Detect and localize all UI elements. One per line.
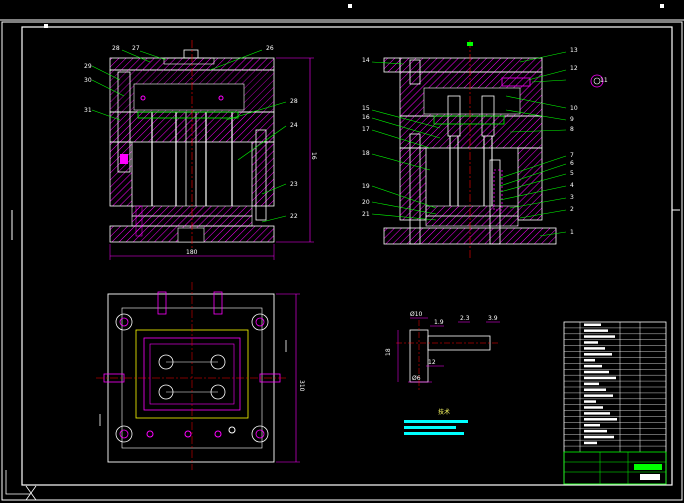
svg-text:12: 12 <box>570 65 578 72</box>
svg-text:5: 5 <box>570 170 574 177</box>
svg-text:3: 3 <box>570 194 574 201</box>
side-view[interactable] <box>383 40 604 258</box>
title-block-cell-text <box>584 406 603 409</box>
svg-text:23: 23 <box>290 181 298 188</box>
svg-text:30: 30 <box>84 77 92 84</box>
svg-text:29: 29 <box>84 63 92 70</box>
svg-text:10: 10 <box>570 105 578 112</box>
svg-text:2: 2 <box>570 206 574 213</box>
svg-text:Ø6: Ø6 <box>412 375 421 382</box>
svg-text:14: 14 <box>362 57 370 64</box>
sheet-border <box>0 19 684 501</box>
svg-text:28: 28 <box>290 98 298 105</box>
title-block-cell-text <box>584 435 614 439</box>
svg-text:18: 18 <box>362 150 370 157</box>
title-block-cell-text <box>584 323 601 326</box>
title-block-rows <box>564 323 666 447</box>
svg-text:28: 28 <box>112 45 120 52</box>
plan-view[interactable] <box>96 282 300 470</box>
svg-text:技术: 技术 <box>438 408 450 416</box>
svg-text:21: 21 <box>362 211 370 218</box>
svg-text:18: 18 <box>385 348 392 356</box>
svg-text:24: 24 <box>290 122 298 129</box>
title-block-cell-text <box>584 400 596 403</box>
svg-text:Ø10: Ø10 <box>410 311 423 318</box>
svg-text:22: 22 <box>290 213 298 220</box>
title-block[interactable] <box>563 321 667 485</box>
title-block-cell-text <box>584 394 613 397</box>
title-block-cell-text <box>584 376 616 380</box>
svg-text:13: 13 <box>570 47 578 54</box>
cad-drawing-canvas[interactable]: 180 16 28 27 26 29 30 31 28 24 23 22 14 … <box>0 0 684 503</box>
svg-text:7: 7 <box>570 152 574 159</box>
title-block-cell-text <box>584 358 595 362</box>
top-markers <box>44 4 664 28</box>
svg-text:26: 26 <box>266 45 274 52</box>
title-block-cell-text <box>584 412 610 415</box>
svg-text:15: 15 <box>362 105 370 112</box>
svg-text:1.9: 1.9 <box>434 319 444 326</box>
title-block-cell-text <box>584 347 605 350</box>
svg-text:3.9: 3.9 <box>488 315 498 322</box>
title-block-cell-text <box>584 423 600 427</box>
svg-text:31: 31 <box>84 107 92 114</box>
svg-text:17: 17 <box>362 126 370 133</box>
notes-block: 技术 <box>404 408 468 435</box>
detail-dims: Ø10 1.9 2.3 3.9 18 12 Ø6 <box>385 311 498 382</box>
title-block-cell-text <box>584 441 597 445</box>
svg-text:16: 16 <box>362 114 370 121</box>
svg-text:8: 8 <box>570 126 574 133</box>
svg-text:9: 9 <box>570 116 574 123</box>
front-height-dim: 16 <box>310 152 317 160</box>
svg-text:12: 12 <box>428 359 436 366</box>
svg-text:1: 1 <box>570 229 574 236</box>
title-block-cell-text <box>584 353 612 356</box>
svg-text:27: 27 <box>132 45 140 52</box>
title-block-cell-text <box>584 329 608 332</box>
title-block-cell-text <box>584 418 617 421</box>
plan-height-dim: 310 <box>298 380 305 392</box>
front-view[interactable] <box>109 40 314 260</box>
title-block-cell-text <box>584 429 607 433</box>
title-block-cell-text <box>584 341 598 344</box>
title-block-cell-text <box>584 382 599 386</box>
title-block-cell-text <box>584 388 606 391</box>
title-block-cell-text <box>584 335 615 338</box>
svg-text:4: 4 <box>570 182 574 189</box>
title-block-cell-text <box>584 370 609 374</box>
svg-text:11: 11 <box>600 77 608 84</box>
svg-text:2.3: 2.3 <box>460 315 470 322</box>
svg-text:19: 19 <box>362 183 370 190</box>
front-width-dim: 180 <box>186 249 198 256</box>
svg-text:6: 6 <box>570 160 574 167</box>
title-block-cell-text <box>584 364 602 368</box>
svg-text:20: 20 <box>362 199 370 206</box>
